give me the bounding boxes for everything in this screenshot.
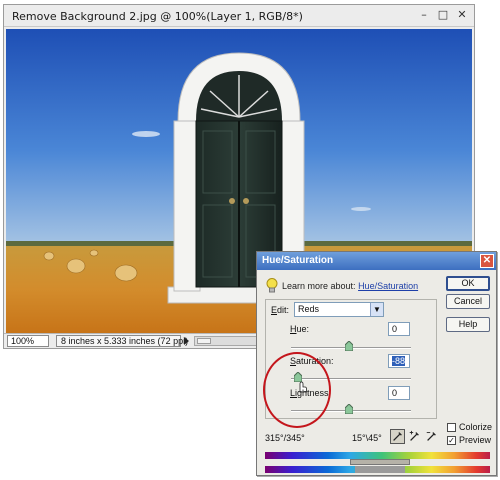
- edit-channel-value: Reds: [298, 304, 320, 314]
- status-menu-arrow-icon[interactable]: [184, 337, 189, 345]
- output-spectrum-bar: [265, 466, 490, 473]
- hue-label: Hue:: [290, 324, 310, 334]
- learn-more-link[interactable]: Hue/Saturation: [358, 281, 418, 291]
- document-size-info: 8 inches x 5.333 inches (72 ppi): [56, 335, 188, 347]
- learn-more-text: Learn more about: Hue/Saturation: [282, 281, 418, 291]
- edit-channel-select[interactable]: Reds ▼: [294, 302, 384, 317]
- cancel-button[interactable]: Cancel: [446, 294, 490, 309]
- zoom-level-field[interactable]: 100%: [7, 335, 49, 347]
- saturation-value-text: -88: [392, 356, 406, 366]
- edit-label: Edit:: [271, 305, 290, 315]
- preview-label: Preview: [459, 435, 492, 445]
- dialog-titlebar[interactable]: Hue/Saturation ✕: [257, 252, 496, 270]
- dialog-close-button[interactable]: ✕: [480, 254, 494, 268]
- lightness-slider-thumb[interactable]: [345, 404, 353, 414]
- help-button[interactable]: Help: [446, 317, 490, 332]
- scrollbar-thumb[interactable]: [197, 338, 211, 344]
- preview-checkbox[interactable]: ✓: [447, 435, 456, 445]
- lightness-value-field[interactable]: 0: [388, 386, 410, 400]
- hue-value-field[interactable]: 0: [388, 322, 410, 336]
- hue-slider-thumb[interactable]: [345, 341, 353, 351]
- desaturated-range: [355, 466, 405, 473]
- saturation-value-field[interactable]: -88: [388, 354, 410, 368]
- preview-row[interactable]: ✓ Preview: [447, 435, 491, 445]
- eyedropper-icon[interactable]: [390, 429, 405, 444]
- color-range-slider[interactable]: [265, 459, 490, 466]
- colorize-row[interactable]: Colorize: [447, 422, 492, 432]
- eyedropper-add-icon[interactable]: [407, 429, 422, 444]
- document-titlebar[interactable]: Remove Background 2.jpg @ 100%(Layer 1, …: [4, 5, 474, 27]
- close-button[interactable]: ✕: [456, 8, 468, 22]
- range-right-value: 15°\45°: [352, 433, 382, 443]
- chevron-down-icon[interactable]: ▼: [370, 303, 383, 316]
- dialog-title: Hue/Saturation: [262, 255, 334, 266]
- eyedropper-subtract-icon[interactable]: [424, 429, 439, 444]
- ok-button[interactable]: OK: [446, 276, 490, 291]
- document-title: Remove Background 2.jpg @ 100%(Layer 1, …: [12, 10, 303, 23]
- range-left-value: 315°/345°: [265, 433, 305, 443]
- input-spectrum-bar: [265, 452, 490, 459]
- color-range-segment[interactable]: [350, 459, 410, 465]
- colorize-label: Colorize: [459, 422, 493, 432]
- lightbulb-icon: [266, 278, 278, 293]
- annotation-circle: [263, 352, 331, 428]
- window-controls: – □ ✕: [418, 8, 468, 22]
- maximize-button[interactable]: □: [437, 8, 449, 22]
- spectrum-gradient: [265, 452, 490, 459]
- learn-more-prefix: Learn more about:: [282, 281, 356, 291]
- minimize-button[interactable]: –: [418, 8, 430, 22]
- colorize-checkbox[interactable]: [447, 422, 456, 432]
